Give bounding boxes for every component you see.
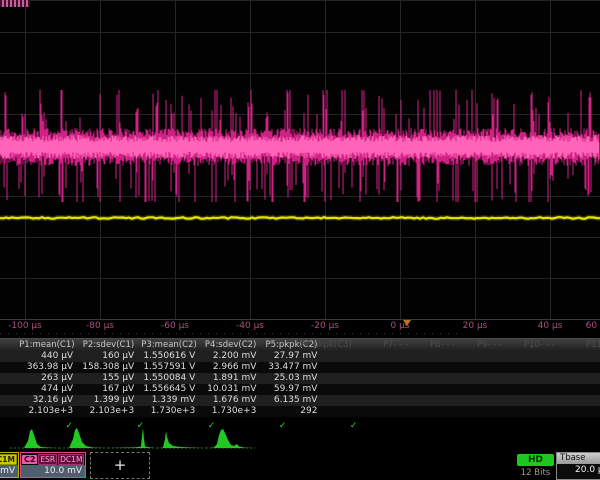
timebase-box[interactable]: Tbase 20.0 µs	[556, 452, 600, 480]
time-axis-label: 20 µs	[463, 321, 488, 331]
descriptor-bar: DC1M 10.0 mV C2 ESR DC1M 10.0 mV + HD 12…	[0, 452, 600, 480]
param-value: 474 µV	[19, 384, 75, 395]
time-axis: -100 µs -80 µs -60 µs -40 µs -20 µs 0 µs…	[0, 320, 600, 338]
c2-channel-badge: C2	[22, 455, 37, 464]
param-header-p7[interactable]: P7- - -	[383, 339, 408, 351]
c1-descriptor-box[interactable]: DC1M 10.0 mV	[0, 452, 19, 478]
time-axis-label: -20 µs	[311, 321, 339, 331]
plus-icon: +	[114, 456, 127, 474]
c1-coupling-badge: DC1M	[0, 454, 17, 465]
c2-coupling-badge: DC1M	[58, 454, 84, 465]
param-value: 363.98 µV	[19, 362, 75, 373]
param-value: 292	[263, 406, 319, 417]
add-trace-button[interactable]: +	[90, 452, 150, 479]
time-axis-label: -60 µs	[161, 321, 189, 331]
param-value: 59.97 mV	[263, 384, 319, 395]
param-value: 1.339 mV	[141, 395, 197, 406]
c2-esr-badge: ESR	[38, 454, 57, 465]
param-header-p6[interactable]: P6 pkpk(C3)	[300, 339, 352, 351]
histicon-p5[interactable]	[206, 427, 255, 450]
param-value: 1.556645 V	[141, 384, 197, 395]
waveform-grid[interactable]	[0, 0, 600, 320]
param-value: 1.557591 V	[141, 362, 197, 373]
param-value: 1.891 mV	[202, 373, 258, 384]
param-value: 25.03 mV	[263, 373, 319, 384]
measure-table: P1:mean(C1) P2:sdev(C1) P3:mean(C2) P4:s…	[0, 338, 600, 428]
param-value: 27.97 mV	[263, 351, 319, 362]
timebase-label: Tbase	[557, 453, 600, 464]
param-value: 263 µV	[19, 373, 75, 384]
param-value: 440 µV	[19, 351, 75, 362]
param-value: 2.966 mV	[202, 362, 258, 373]
trace-annotation-badge	[0, 0, 30, 7]
c1-scale-value: 10.0 mV	[0, 465, 18, 477]
waveform-canvas[interactable]	[0, 0, 600, 319]
param-value: 2.103e+3	[19, 406, 75, 417]
time-axis-label: 60 µs	[586, 321, 600, 331]
time-axis-label: -100 µs	[8, 321, 42, 331]
measure-row-mean: 363.98 µV 158.308 µV 1.557591 V 2.966 mV…	[0, 362, 600, 373]
param-value: 158.308 µV	[80, 362, 136, 373]
c2-scale-value: 10.0 mV	[21, 465, 85, 477]
param-header-p4[interactable]: P4:sdev(C2)	[202, 339, 258, 351]
measure-row-value: 440 µV 160 µV 1.550616 V 2.200 mV 27.97 …	[0, 351, 600, 362]
histicon-p2[interactable]	[59, 427, 108, 450]
param-value: 32.16 µV	[19, 395, 75, 406]
measure-row-min: 263 µV 155 µV 1.550084 V 1.891 mV 25.03 …	[0, 373, 600, 384]
param-value: 167 µV	[80, 384, 136, 395]
measure-header-row: P1:mean(C1) P2:sdev(C1) P3:mean(C2) P4:s…	[0, 338, 600, 351]
histicon-p1[interactable]	[10, 427, 59, 450]
param-value: 1.676 mV	[202, 395, 258, 406]
param-value: 6.135 mV	[263, 395, 319, 406]
param-value: 10.031 mV	[202, 384, 258, 395]
param-header-p11[interactable]: P11- - -	[586, 339, 600, 351]
hd-bits-label: 12 Bits	[517, 468, 554, 478]
param-header-p9[interactable]: P9- - -	[477, 339, 502, 351]
histicon-p4[interactable]	[157, 427, 206, 450]
param-header-p1[interactable]: P1:mean(C1)	[19, 339, 75, 351]
measure-row-max: 474 µV 167 µV 1.556645 V 10.031 mV 59.97…	[0, 384, 600, 395]
param-header-p3[interactable]: P3:mean(C2)	[141, 339, 197, 351]
param-header-p8[interactable]: P8- - -	[430, 339, 455, 351]
param-value: 1.550616 V	[141, 351, 197, 362]
timebase-value: 20.0 µs	[557, 464, 600, 477]
param-value: 1.399 µV	[80, 395, 136, 406]
param-header-p2[interactable]: P2:sdev(C1)	[80, 339, 136, 351]
time-axis-label: -80 µs	[86, 321, 114, 331]
measure-row-sdev: 32.16 µV 1.399 µV 1.339 mV 1.676 mV 6.13…	[0, 395, 600, 406]
param-value: 1.550084 V	[141, 373, 197, 384]
param-value: 155 µV	[80, 373, 136, 384]
histicon-p3[interactable]	[108, 427, 157, 450]
param-value: 1.730e+3	[141, 406, 197, 417]
param-value: 160 µV	[80, 351, 136, 362]
hd-mode-badge[interactable]: HD	[517, 454, 554, 466]
param-value: 2.200 mV	[202, 351, 258, 362]
param-header-p10[interactable]: P10- - -	[524, 339, 555, 351]
time-axis-label: 40 µs	[538, 321, 563, 331]
c2-descriptor-box[interactable]: C2 ESR DC1M 10.0 mV	[20, 452, 86, 478]
trigger-position-icon[interactable]	[403, 320, 411, 326]
histicon-row	[0, 427, 600, 451]
c1-flat-trace[interactable]	[0, 217, 600, 219]
time-axis-label: -40 µs	[236, 321, 264, 331]
param-value: 33.477 mV	[263, 362, 319, 373]
